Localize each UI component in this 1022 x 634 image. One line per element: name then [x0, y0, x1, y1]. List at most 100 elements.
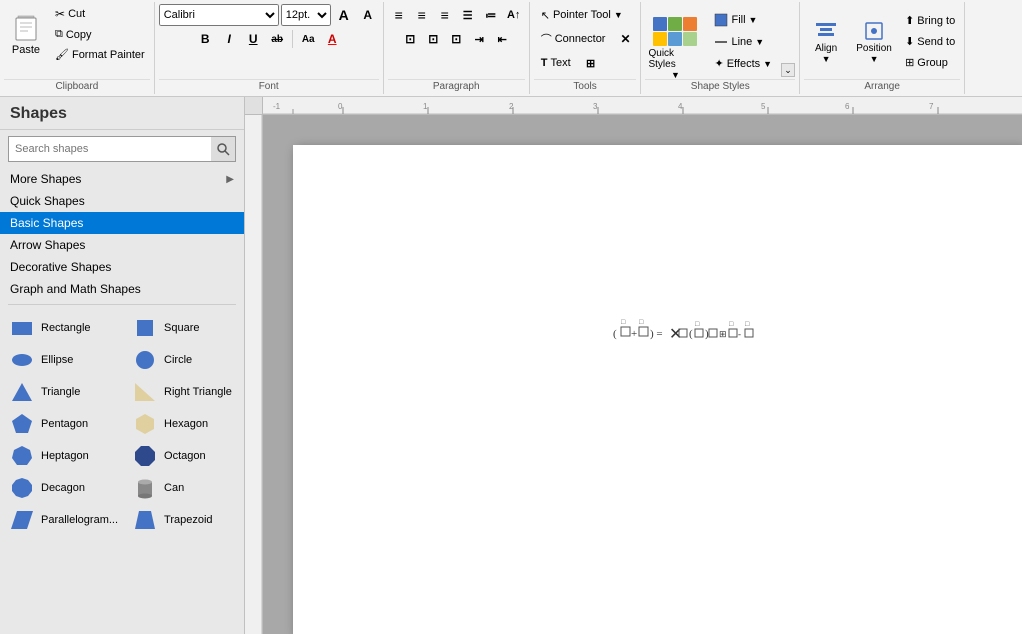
svg-text:+: + [631, 328, 637, 340]
send-to-button[interactable]: ⬇ Send to [900, 32, 960, 51]
font-shrink-button[interactable]: A [357, 4, 379, 26]
paragraph-group: ≡ ≡ ≡ ☰ ≔ A↑ ⊡ ⊡ ⊡ ⇥ ⇤ Paragraph [384, 2, 530, 94]
text-size-up-button[interactable]: A↑ [503, 4, 525, 26]
quick-styles-button[interactable]: Quick Styles ▼ [645, 12, 705, 72]
ruler-horizontal: -1 0 1 2 3 4 5 6 7 [245, 97, 1022, 115]
clipboard-group-content: Paste ✂ Cut ⧉ Copy 🖌 Format Painter [4, 4, 150, 79]
format-painter-icon: 🖌 [55, 48, 69, 61]
shape-item-octagon[interactable]: Octagon [127, 441, 240, 471]
shape-item-ellipse[interactable]: Ellipse [4, 345, 125, 375]
fill-button[interactable]: Fill ▼ [709, 10, 777, 30]
shape-label: Hexagon [164, 418, 208, 430]
line-button[interactable]: Line ▼ [709, 32, 777, 52]
text-extra-button[interactable]: ⊞ [580, 52, 602, 74]
effects-button[interactable]: ✦ Effects ▼ [709, 54, 777, 73]
shape-item-square[interactable]: Square [127, 313, 240, 343]
small-buttons: ✂ Cut ⧉ Copy 🖌 Format Painter [50, 4, 150, 64]
font-case-button[interactable]: Aa [297, 28, 319, 50]
align-dropdown: ▼ [822, 54, 831, 64]
paragraph-label: Paragraph [388, 79, 525, 92]
right-triangle-icon [134, 381, 156, 403]
font-grow-button[interactable]: A [333, 4, 355, 26]
pointer-tool-button[interactable]: ↖ Pointer Tool ▼ [534, 4, 630, 26]
shape-item-hexagon[interactable]: Hexagon [127, 409, 240, 439]
sidebar-title: Shapes [0, 97, 244, 130]
bullet-list-button[interactable]: ☰ [457, 4, 479, 26]
shape-item-decagon[interactable]: Decagon [4, 473, 125, 503]
copy-button[interactable]: ⧉ Copy [50, 25, 150, 44]
format-painter-button[interactable]: 🖌 Format Painter [50, 45, 150, 64]
cut-button[interactable]: ✂ Cut [50, 4, 150, 24]
shape-label: Circle [164, 354, 192, 366]
strikethrough-button[interactable]: ab [266, 28, 288, 50]
shape-item-triangle[interactable]: Triangle [4, 377, 125, 407]
align-right-button[interactable]: ≡ [434, 4, 456, 26]
sidebar-item-decorative-shapes[interactable]: Decorative Shapes [0, 256, 244, 278]
quick-styles-dropdown: ▼ [671, 70, 680, 80]
group-button[interactable]: ⊞ Group [900, 53, 960, 72]
sidebar-item-basic-shapes[interactable]: Basic Shapes [0, 212, 244, 234]
page-canvas[interactable]: ( □ + □ ) = ✕ ( [263, 115, 1022, 634]
shape-label: Parallelogram... [41, 514, 118, 526]
shape-item-right-triangle[interactable]: Right Triangle [127, 377, 240, 407]
outdent-button[interactable]: ⇤ [491, 28, 513, 50]
shape-styles-expand[interactable]: ⌄ [781, 63, 795, 77]
bring-to-button[interactable]: ⬆ Bring to [900, 11, 960, 30]
pointer-icon: ↖ [541, 9, 550, 22]
font-label: Font [159, 79, 379, 92]
indent-button[interactable]: ⇥ [468, 28, 490, 50]
canvas-area: -1 0 1 2 3 4 5 6 7 [245, 97, 1022, 634]
shape-item-pentagon[interactable]: Pentagon [4, 409, 125, 439]
align-bottom-right-button[interactable]: ⊡ [445, 28, 467, 50]
svg-text:): ) [705, 328, 709, 340]
underline-button[interactable]: U [242, 28, 264, 50]
shape-item-circle[interactable]: Circle [127, 345, 240, 375]
connector-x-button[interactable]: ✕ [614, 28, 636, 50]
align-bottom-center-button[interactable]: ⊡ [422, 28, 444, 50]
para-group-content: ≡ ≡ ≡ ☰ ≔ A↑ ⊡ ⊡ ⊡ ⇥ ⇤ [388, 4, 525, 79]
ribbon: Paste ✂ Cut ⧉ Copy 🖌 Format Painter [0, 0, 1022, 97]
sidebar-item-quick-shapes[interactable]: Quick Shapes [0, 190, 244, 212]
text-tool-button[interactable]: T Text [534, 52, 578, 74]
font-size-select[interactable]: 12pt. [281, 4, 331, 26]
search-button[interactable] [211, 137, 235, 161]
main-area: Shapes More Shapes ▶ Quick Shapes Basic … [0, 97, 1022, 634]
svg-text:⊞: ⊞ [719, 329, 727, 339]
scissors-icon: ✂ [55, 7, 65, 21]
align-center-button[interactable]: ≡ [411, 4, 433, 26]
ellipse-icon [11, 349, 33, 371]
svg-text:(: ( [613, 328, 617, 340]
bold-button[interactable]: B [194, 28, 216, 50]
clipboard-label: Clipboard [4, 79, 150, 92]
shapes-sidebar: Shapes More Shapes ▶ Quick Shapes Basic … [0, 97, 245, 634]
ruler-h-inner: -1 0 1 2 3 4 5 6 7 [263, 97, 1022, 114]
font-color-button[interactable]: A [321, 28, 343, 50]
svg-text:1: 1 [423, 102, 428, 111]
align-bottom-left-button[interactable]: ⊡ [399, 28, 421, 50]
tools-group: ↖ Pointer Tool ▼ ⌒ Connector ✕ T Text [530, 2, 642, 94]
sidebar-item-arrow-shapes[interactable]: Arrow Shapes [0, 234, 244, 256]
connector-button[interactable]: ⌒ Connector [534, 28, 613, 50]
svg-text:□: □ [729, 320, 734, 328]
shape-item-parallelogram[interactable]: Parallelogram... [4, 505, 125, 535]
shape-item-heptagon[interactable]: Heptagon [4, 441, 125, 471]
arrange-col-1: Align ▼ [804, 13, 848, 71]
position-button[interactable]: Position ▼ [852, 13, 896, 71]
text-icon: T [541, 57, 548, 69]
font-family-select[interactable]: Calibri [159, 4, 279, 26]
shape-item-trapezoid[interactable]: Trapezoid [127, 505, 240, 535]
svg-text:0: 0 [338, 102, 343, 111]
font-row-1: Calibri 12pt. A A [159, 4, 379, 26]
shape-item-can[interactable]: Can [127, 473, 240, 503]
italic-button[interactable]: I [218, 28, 240, 50]
numbered-list-button[interactable]: ≔ [480, 4, 502, 26]
sidebar-item-graph-math-shapes[interactable]: Graph and Math Shapes [0, 278, 244, 300]
rectangle-icon [11, 317, 33, 339]
align-button[interactable]: Align ▼ [804, 13, 848, 71]
shape-item-rectangle[interactable]: Rectangle [4, 313, 125, 343]
sidebar-item-more-shapes[interactable]: More Shapes ▶ [0, 168, 244, 190]
align-left-button[interactable]: ≡ [388, 4, 410, 26]
connector-icon: ⌒ [541, 31, 552, 47]
search-input[interactable] [9, 141, 211, 157]
paste-button[interactable]: Paste [4, 4, 48, 64]
